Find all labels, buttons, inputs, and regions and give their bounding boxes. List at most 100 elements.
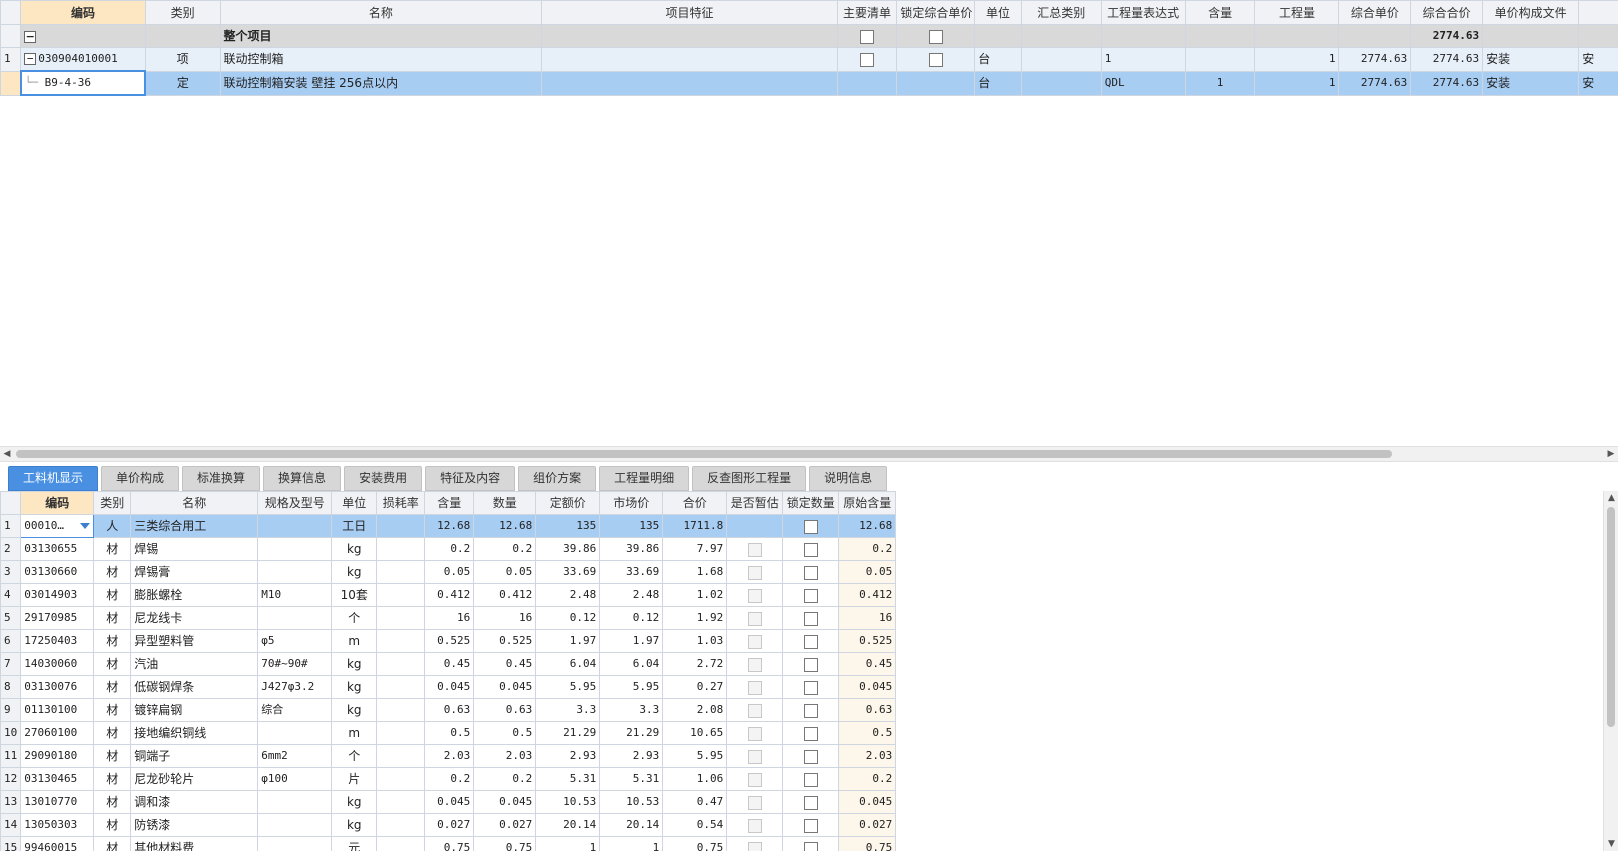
resource-row[interactable]: 8 03130076 材低碳钢焊条 J427φ3.2 kg 0.045 0.045 5.95 5…: [0, 675, 897, 699]
resource-content[interactable]: 0.75: [424, 836, 475, 851]
resource-spec[interactable]: φ100: [257, 767, 333, 791]
provisional-checkbox[interactable]: [747, 588, 762, 603]
tab-pricing-plan[interactable]: 组价方案: [518, 466, 597, 491]
tab-quantity-detail[interactable]: 工程量明细: [599, 466, 690, 491]
column-header-spec[interactable]: 规格及型号: [257, 491, 333, 515]
resource-name[interactable]: 防锈漆: [130, 813, 259, 837]
resource-unit[interactable]: kg: [331, 560, 378, 584]
column-header-feature[interactable]: 项目特征: [541, 0, 838, 25]
lock-qty-checkbox[interactable]: [803, 749, 818, 764]
resource-quantity[interactable]: 0.45: [473, 652, 537, 676]
resource-spec[interactable]: J427φ3.2: [257, 675, 333, 699]
resource-code[interactable]: 99460015: [20, 836, 95, 851]
resource-quantity[interactable]: 0.027: [473, 813, 537, 837]
resource-name[interactable]: 镀锌扁钢: [130, 698, 259, 722]
resource-code[interactable]: 03130076: [20, 675, 95, 699]
lock-qty-checkbox[interactable]: [803, 818, 818, 833]
resource-unit[interactable]: m: [331, 721, 378, 745]
resource-unit[interactable]: kg: [331, 698, 378, 722]
column-header-lock-qty[interactable]: 锁定数量: [782, 491, 840, 515]
resource-spec[interactable]: [257, 537, 333, 561]
resource-name[interactable]: 焊锡: [130, 537, 259, 561]
resource-market-price[interactable]: 2.93: [599, 744, 664, 768]
item-unit-price[interactable]: 2774.63: [1338, 47, 1412, 72]
provisional-checkbox[interactable]: [747, 657, 762, 672]
tab-conversion-info[interactable]: 换算信息: [263, 466, 342, 491]
resource-spec[interactable]: φ5: [257, 629, 333, 653]
resource-spec[interactable]: [257, 836, 333, 851]
lock-qty-checkbox[interactable]: [803, 542, 818, 557]
resource-unit[interactable]: 片: [331, 767, 378, 791]
resource-quota-price[interactable]: 6.04: [535, 652, 601, 676]
column-header-price-file[interactable]: 单价构成文件: [1482, 0, 1580, 25]
resource-loss-rate[interactable]: [376, 583, 426, 607]
resource-loss-rate[interactable]: [376, 606, 426, 630]
resource-name[interactable]: 焊锡膏: [130, 560, 259, 584]
scroll-left-icon[interactable]: ◀: [0, 447, 14, 461]
resource-quota-price[interactable]: 5.95: [535, 675, 601, 699]
item-summary-type[interactable]: [1020, 47, 1102, 72]
resource-quantity[interactable]: 0.05: [473, 560, 537, 584]
column-header-name[interactable]: 名称: [130, 491, 259, 515]
resource-content[interactable]: 0.525: [424, 629, 475, 653]
resource-quantity[interactable]: 0.5: [473, 721, 537, 745]
provisional-checkbox[interactable]: [747, 841, 762, 851]
resource-spec[interactable]: 综合: [257, 698, 333, 722]
main-list-checkbox[interactable]: [860, 52, 875, 67]
lock-qty-checkbox[interactable]: [803, 588, 818, 603]
resource-unit[interactable]: 10套: [331, 583, 378, 607]
resource-row[interactable]: 14 13050303 材防锈漆 kg 0.027 0.027 20.14 20.14 0.54…: [0, 813, 897, 837]
resource-type[interactable]: 材: [93, 606, 132, 630]
tab-notes[interactable]: 说明信息: [809, 466, 888, 491]
tab-unit-price-composition[interactable]: 单价构成: [101, 466, 180, 491]
provisional-checkbox[interactable]: [747, 611, 762, 626]
resource-row[interactable]: 9 01130100 材镀锌扁钢 综合 kg 0.63 0.63 3.3 3.3 2.08 0.63: [0, 698, 897, 722]
resource-row[interactable]: 5 29170985 材尼龙线卡个 16 16 0.12 0.12 1.92 16: [0, 606, 897, 630]
resource-loss-rate[interactable]: [376, 629, 426, 653]
quota-name[interactable]: 联动控制箱安装 壁挂 256点以内: [219, 70, 543, 96]
item-unit[interactable]: 台: [974, 47, 1022, 72]
resource-content[interactable]: 0.412: [424, 583, 475, 607]
column-header-name[interactable]: 名称: [219, 0, 543, 25]
lock-qty-checkbox[interactable]: [803, 680, 818, 695]
resource-loss-rate[interactable]: [376, 767, 426, 791]
provisional-checkbox[interactable]: [747, 726, 762, 741]
resource-quantity[interactable]: 16: [473, 606, 537, 630]
column-header-unit[interactable]: 单位: [331, 491, 378, 515]
resource-row[interactable]: 2 03130655 材焊锡 kg 0.2 0.2 39.86 39.86 7.97 0.2: [0, 537, 897, 561]
quota-qty[interactable]: 1: [1254, 70, 1340, 96]
lock-qty-checkbox[interactable]: [803, 703, 818, 718]
collapse-icon[interactable]: −: [24, 30, 37, 43]
resource-content[interactable]: 0.63: [424, 698, 475, 722]
provisional-checkbox[interactable]: [747, 680, 762, 695]
column-header-total-price[interactable]: 综合合价: [1410, 0, 1484, 25]
resource-code[interactable]: 29090180: [20, 744, 95, 768]
resource-loss-rate[interactable]: [376, 813, 426, 837]
resource-quantity[interactable]: 0.525: [473, 629, 537, 653]
column-header-quota-price[interactable]: 定额价: [535, 491, 601, 515]
column-header-quantity[interactable]: 数量: [473, 491, 537, 515]
resource-market-price[interactable]: 5.95: [599, 675, 664, 699]
resource-market-price[interactable]: 1.97: [599, 629, 664, 653]
item-price-file[interactable]: 安装: [1482, 47, 1580, 72]
resource-quantity[interactable]: 0.412: [473, 583, 537, 607]
resource-content[interactable]: 0.027: [424, 813, 475, 837]
resource-quota-price[interactable]: 39.86: [535, 537, 601, 561]
resource-quota-price[interactable]: 2.93: [535, 744, 601, 768]
quota-unit-price[interactable]: 2774.63: [1338, 70, 1412, 96]
resource-content[interactable]: 0.045: [424, 675, 475, 699]
resource-market-price[interactable]: 5.31: [599, 767, 664, 791]
column-header-qty-expr[interactable]: 工程量表达式: [1100, 0, 1186, 25]
resource-loss-rate[interactable]: [376, 514, 426, 538]
tab-standard-conversion[interactable]: 标准换算: [182, 466, 261, 491]
resource-unit[interactable]: 工日: [331, 514, 378, 538]
resource-type[interactable]: 材: [93, 698, 132, 722]
resource-type[interactable]: 材: [93, 813, 132, 837]
resource-quantity[interactable]: 0.75: [473, 836, 537, 851]
resource-name[interactable]: 三类综合用工: [130, 514, 259, 538]
resource-content[interactable]: 12.68: [424, 514, 475, 538]
resource-type[interactable]: 材: [93, 629, 132, 653]
item-qty-expr[interactable]: 1: [1100, 47, 1186, 72]
tab-features-content[interactable]: 特征及内容: [425, 466, 516, 491]
horizontal-scroll-thumb[interactable]: [16, 450, 1392, 458]
